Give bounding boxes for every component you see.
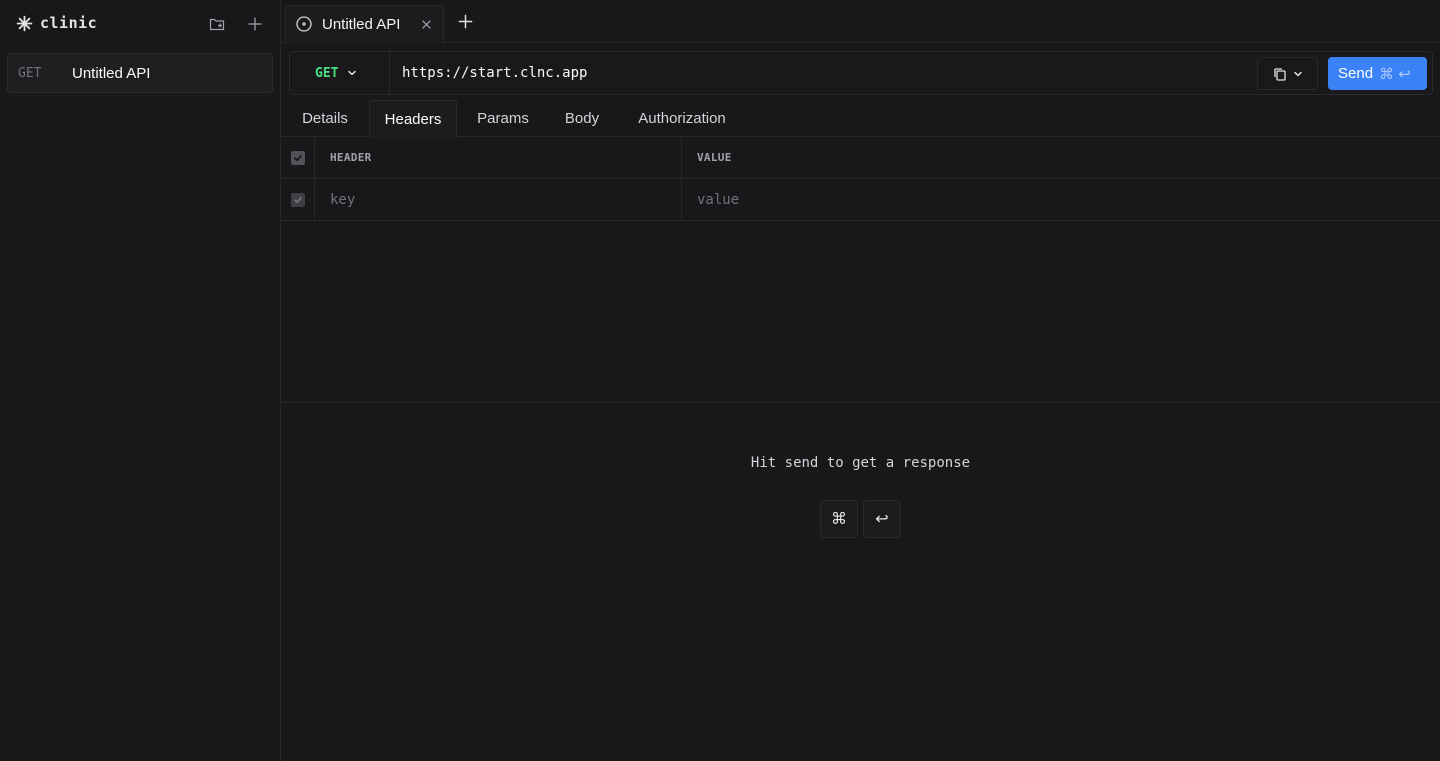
send-shortcut: ⌘ ↩ xyxy=(1379,65,1411,83)
sidebar-actions xyxy=(205,12,267,36)
sidebar-item-label: Untitled API xyxy=(72,64,151,82)
copy-button[interactable] xyxy=(1257,57,1318,90)
tab-untitled-api[interactable]: Untitled API xyxy=(285,5,444,43)
brand: clinic xyxy=(16,12,97,34)
tab-label: Untitled API xyxy=(322,16,401,33)
plus-icon xyxy=(248,17,262,31)
method-label: GET xyxy=(315,65,339,81)
add-request-button[interactable] xyxy=(243,12,267,36)
app-name: clinic xyxy=(40,14,98,32)
close-tab-button[interactable] xyxy=(419,15,433,33)
enter-key: ↩ xyxy=(863,500,901,538)
sidebar: clinic GET Untitled API xyxy=(0,0,281,761)
tab-details[interactable]: Details xyxy=(289,100,361,137)
tab-params[interactable]: Params xyxy=(467,100,539,137)
request-tabs: Details Headers Params Body Authorizatio… xyxy=(281,100,1440,138)
new-folder-button[interactable] xyxy=(205,12,229,36)
column-divider xyxy=(681,137,682,178)
headers-table: HEADER VALUE xyxy=(281,137,1440,221)
check-icon xyxy=(293,196,302,203)
column-header-header: HEADER xyxy=(330,151,372,164)
column-header-value: VALUE xyxy=(697,151,732,164)
folder-plus-icon xyxy=(209,18,225,31)
copy-icon xyxy=(1273,67,1286,81)
select-all-checkbox[interactable] xyxy=(290,150,305,165)
header-key-input[interactable] xyxy=(330,179,670,220)
plus-icon xyxy=(458,14,472,28)
chevron-down-icon xyxy=(1293,71,1302,76)
select-all-cell xyxy=(281,137,315,178)
response-divider xyxy=(281,402,1440,403)
shortcut-keys: ⌘ ↩ xyxy=(820,500,901,538)
tab-bar: Untitled API xyxy=(281,0,1440,43)
row-checkbox-cell xyxy=(281,179,315,220)
tab-body[interactable]: Body xyxy=(555,100,609,137)
tab-authorization[interactable]: Authorization xyxy=(627,100,737,137)
column-divider xyxy=(681,179,682,220)
url-input[interactable] xyxy=(391,52,1251,94)
new-tab-button[interactable] xyxy=(455,11,475,31)
command-key: ⌘ xyxy=(820,500,858,538)
response-empty-message: Hit send to get a response xyxy=(750,455,971,471)
sidebar-item-untitled-api[interactable]: GET Untitled API xyxy=(7,53,273,93)
table-row xyxy=(281,179,1440,221)
tab-headers[interactable]: Headers xyxy=(369,100,457,138)
check-icon xyxy=(293,154,302,161)
table-header-row: HEADER VALUE xyxy=(281,137,1440,179)
url-bar: GET Send ⌘ ↩ xyxy=(289,51,1433,95)
header-value-input[interactable] xyxy=(697,179,1397,220)
send-button[interactable]: Send ⌘ ↩ xyxy=(1328,57,1427,90)
row-enabled-checkbox[interactable] xyxy=(290,192,305,207)
close-icon xyxy=(421,19,431,29)
sidebar-item-method: GET xyxy=(18,65,42,81)
asterisk-logo-icon xyxy=(16,15,33,31)
send-label: Send xyxy=(1338,65,1374,82)
circle-dot-icon xyxy=(296,16,312,32)
method-select[interactable]: GET xyxy=(290,52,390,94)
chevron-down-icon xyxy=(348,70,357,76)
